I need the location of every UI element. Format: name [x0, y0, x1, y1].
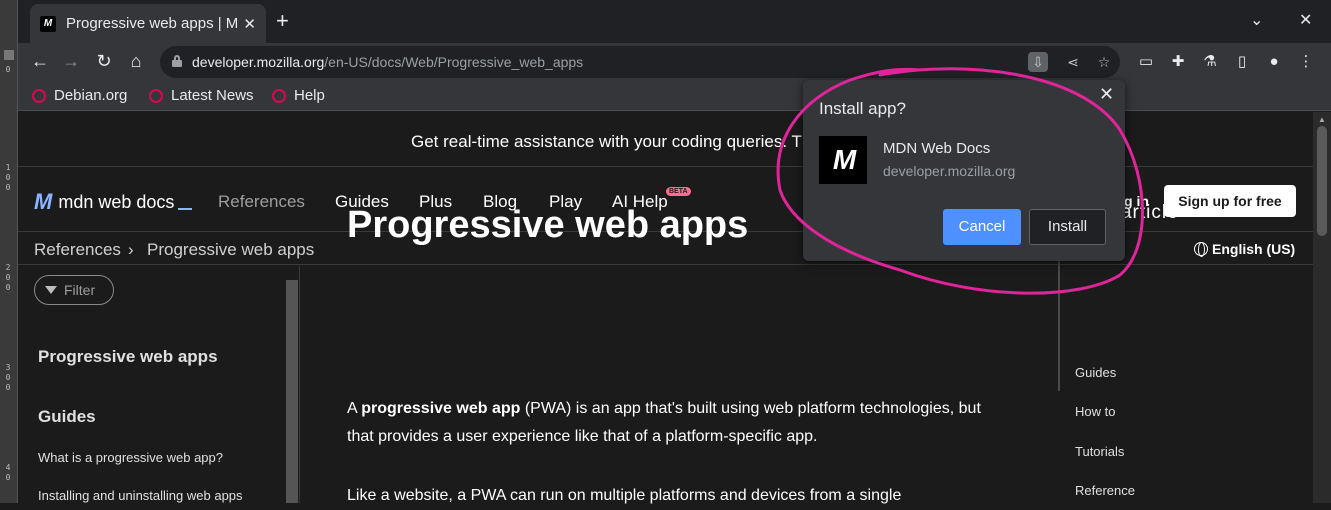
tab-strip: M Progressive web apps | M ✕ + ⌄ ✕: [18, 0, 1331, 43]
install-app-dialog: Install app? ✕ M MDN Web Docs developer.…: [803, 80, 1125, 261]
browser-window: M Progressive web apps | M ✕ + ⌄ ✕ ← → ↻…: [18, 0, 1331, 504]
sidebar-heading-pwa[interactable]: Progressive web apps: [38, 347, 218, 367]
extensions-puzzle-icon[interactable]: ✚: [1168, 52, 1188, 72]
article-paragraph-2: Like a website, a PWA can run on multipl…: [347, 487, 902, 504]
lock-icon[interactable]: [172, 55, 182, 67]
ruler: 0 1 0 0 2 0 0 3 0 0 4 0: [0, 0, 18, 503]
install-app-icon[interactable]: ⇩: [1028, 52, 1048, 72]
ruler-label: 0: [5, 383, 11, 392]
sidebar-item-installing[interactable]: Installing and uninstalling web apps: [38, 488, 243, 503]
window-close-icon[interactable]: ✕: [1299, 10, 1312, 30]
banner-text[interactable]: Get real-time assistance with your codin…: [411, 132, 802, 152]
filter-input[interactable]: Filter: [34, 275, 114, 305]
bookmark-label: Debian.org: [54, 87, 128, 104]
bookmark-latest-news[interactable]: Latest News: [149, 87, 254, 104]
sidebar: Filter Progressive web apps Guides What …: [18, 266, 300, 503]
page-title: Progressive web apps: [347, 204, 749, 246]
ruler-label: 0: [5, 173, 11, 182]
article-paragraph-1: A progressive web app (PWA) is an app th…: [347, 400, 981, 445]
sidebar-heading-guides[interactable]: Guides: [38, 407, 96, 427]
signup-button[interactable]: Sign up for free: [1164, 185, 1296, 217]
chat-extension-icon[interactable]: ▭: [1136, 52, 1156, 72]
ruler-label: 0: [5, 65, 11, 74]
pwa-term: progressive web app: [361, 400, 521, 417]
filter-placeholder: Filter: [64, 282, 96, 298]
ruler-label: 2: [5, 263, 11, 272]
close-icon[interactable]: ✕: [1099, 84, 1114, 105]
ruler-label: 1: [5, 163, 11, 172]
labs-flask-icon[interactable]: ⚗: [1200, 52, 1220, 72]
language-label: English (US): [1212, 241, 1296, 257]
back-button[interactable]: ←: [28, 50, 52, 72]
ruler-label: 4: [5, 463, 11, 472]
dialog-title: Install app?: [819, 99, 906, 118]
debian-swirl-icon: [149, 88, 163, 103]
bookmark-label: Latest News: [171, 87, 254, 104]
tab-search-icon[interactable]: ⌄: [1250, 10, 1263, 30]
home-button[interactable]: ⌂: [124, 50, 148, 72]
url-text[interactable]: developer.mozilla.org/en-US/docs/Web/Pro…: [192, 54, 583, 70]
toc-item-how-to[interactable]: How to: [1075, 404, 1115, 419]
mdn-logo[interactable]: M mdn web docs: [34, 189, 193, 215]
address-bar[interactable]: developer.mozilla.org/en-US/docs/Web/Pro…: [160, 46, 1120, 78]
toc-item-reference[interactable]: Reference: [1075, 483, 1135, 498]
reload-button[interactable]: ↻: [92, 50, 116, 72]
app-name: MDN Web Docs: [883, 140, 991, 157]
filter-icon: [45, 286, 57, 294]
install-button[interactable]: Install: [1029, 209, 1106, 245]
forward-button[interactable]: →: [59, 50, 83, 72]
close-icon[interactable]: ✕: [243, 15, 256, 33]
ruler-label: 0: [5, 273, 11, 282]
logo-text: mdn web docs: [58, 191, 175, 212]
breadcrumb-separator: ›: [128, 240, 134, 259]
language-switcher[interactable]: English (US): [1194, 241, 1295, 257]
new-tab-button[interactable]: +: [276, 9, 289, 33]
ruler-label: 0: [5, 373, 11, 382]
scroll-up-icon[interactable]: ▲: [1318, 115, 1326, 124]
side-panel-icon[interactable]: ▯: [1232, 52, 1252, 72]
mdn-logo-icon: M: [34, 189, 52, 214]
bookmarks-bar: Debian.org Latest News Help: [18, 81, 1331, 111]
share-icon[interactable]: ⋖: [1063, 52, 1083, 72]
debian-swirl-icon: [32, 88, 46, 103]
toc-item-tutorials[interactable]: Tutorials: [1075, 444, 1124, 459]
tab-progressive-web-apps[interactable]: M Progressive web apps | M ✕: [30, 4, 266, 43]
ruler-label: 3: [5, 363, 11, 372]
breadcrumb-references[interactable]: References: [34, 240, 121, 260]
url-path: /en-US/docs/Web/Progressive_web_apps: [324, 54, 584, 70]
toolbar: ← → ↻ ⌂ developer.mozilla.org/en-US/docs…: [18, 43, 1331, 81]
breadcrumb-current[interactable]: Progressive web apps: [147, 240, 314, 260]
bookmark-star-icon[interactable]: ☆: [1094, 52, 1114, 72]
page-scrollbar[interactable]: ▲: [1313, 112, 1331, 503]
debian-swirl-icon: [272, 88, 286, 103]
toc-item-guides[interactable]: Guides: [1075, 365, 1116, 380]
mdn-favicon-icon: M: [40, 15, 56, 32]
logo-cursor: [178, 208, 193, 210]
play-icon[interactable]: [4, 50, 14, 60]
menu-icon[interactable]: ⋮: [1296, 52, 1316, 72]
url-host: developer.mozilla.org: [192, 54, 325, 70]
app-host: developer.mozilla.org: [883, 163, 1016, 179]
mdn-app-icon: M: [819, 136, 867, 184]
sidebar-scrollbar[interactable]: [286, 280, 298, 503]
globe-icon: [1194, 242, 1208, 257]
beta-badge: BETA: [666, 187, 691, 196]
ruler-label: 0: [5, 283, 11, 292]
ruler-label: 0: [5, 183, 11, 192]
bookmark-label: Help: [294, 87, 325, 104]
sidebar-item-what-is-pwa[interactable]: What is a progressive web app?: [38, 450, 223, 465]
toc-rail: [1058, 242, 1060, 391]
ruler-label: 0: [5, 473, 11, 482]
bookmark-help[interactable]: Help: [272, 87, 325, 104]
tab-title: Progressive web apps | M: [66, 15, 239, 32]
profile-icon[interactable]: ●: [1264, 52, 1284, 72]
cancel-button[interactable]: Cancel: [943, 209, 1021, 245]
scrollbar-thumb[interactable]: [1317, 126, 1327, 236]
bookmark-debian[interactable]: Debian.org: [32, 87, 127, 104]
nav-references[interactable]: References: [218, 192, 305, 212]
